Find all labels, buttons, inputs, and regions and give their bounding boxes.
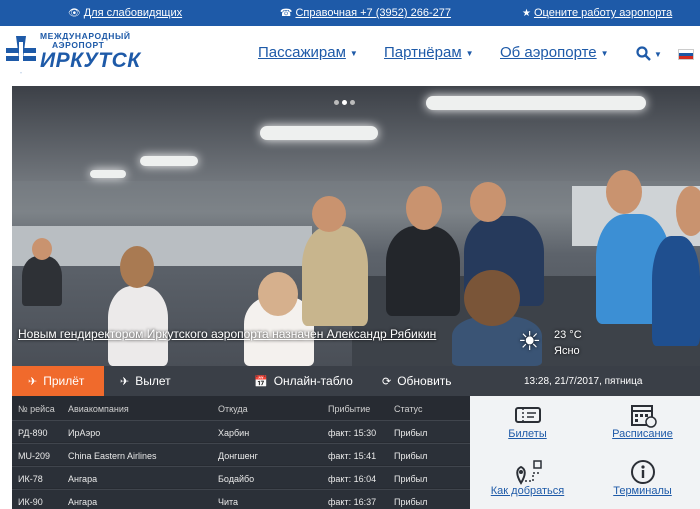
table-row[interactable]: ИК-78 Ангара Бодайбо факт: 16:04 Прибыл <box>12 466 470 488</box>
star-icon: ★ <box>522 8 531 19</box>
ticket-icon <box>514 407 541 423</box>
carousel-dots[interactable] <box>334 92 358 110</box>
airline: China Eastern Airlines <box>68 451 157 461</box>
online-board-label: Онлайн-табло <box>273 374 353 388</box>
phone-icon: ☎ <box>280 8 293 19</box>
terminals-label: Терминалы <box>613 485 672 497</box>
origin: Донгшенг <box>218 451 258 461</box>
refresh-label: Обновить <box>397 374 452 388</box>
caret-down-icon: ▼ <box>654 50 662 59</box>
flag-ru-icon[interactable] <box>678 49 694 60</box>
weather-temperature: 23 °С <box>554 329 582 341</box>
tickets-link[interactable]: Билеты <box>470 396 585 452</box>
nav-passengers[interactable]: Пассажирам ▼ <box>258 44 358 61</box>
nav-partners[interactable]: Партнёрам ▼ <box>384 44 474 61</box>
refresh-button[interactable]: ⟳ Обновить <box>382 366 472 396</box>
quick-links-panel: Билеты Расписание Как добраться Терминал… <box>470 396 700 509</box>
header-flight-number: № рейса <box>18 404 55 414</box>
airline: ИрАэро <box>68 428 101 438</box>
header-arrival: Прибытие <box>328 404 371 414</box>
flight-status: Прибыл <box>394 497 428 507</box>
rate-airport-link[interactable]: ★ Оцените работу аэропорта <box>522 7 672 19</box>
plane-landing-icon: ✈ <box>28 376 38 388</box>
search-icon <box>636 45 651 61</box>
caret-down-icon: ▼ <box>465 48 474 58</box>
tab-arrival-label: Прилёт <box>43 374 85 388</box>
origin: Чита <box>218 497 239 507</box>
table-header: № рейса Авиакомпания Откуда Прибытие Ста… <box>12 396 470 420</box>
nav-about[interactable]: Об аэропорте ▼ <box>500 44 609 61</box>
nav-passengers-label: Пассажирам <box>258 44 346 61</box>
table-row[interactable]: ИК-90 Ангара Чита факт: 16:37 Прибыл <box>12 489 470 509</box>
flight-table: № рейса Авиакомпания Откуда Прибытие Ста… <box>12 396 470 509</box>
nav-partners-label: Партнёрам <box>384 44 462 61</box>
arrival-time: факт: 15:41 <box>328 451 377 461</box>
sun-icon: ☀ <box>518 326 542 356</box>
flight-number: ИК-90 <box>18 497 43 507</box>
search-button[interactable]: ▼ <box>636 44 662 61</box>
directions-link[interactable]: Как добраться <box>470 453 585 509</box>
flight-number: ИК-78 <box>18 474 43 484</box>
airline: Ангара <box>68 474 98 484</box>
schedule-icon <box>630 405 657 428</box>
top-bar: 👁 Для слабовидящих ☎ Справочная +7 (3952) … <box>0 0 700 26</box>
table-row[interactable]: MU-209 China Eastern Airlines Донгшенг ф… <box>12 443 470 465</box>
tab-departure-label: Вылет <box>135 374 171 388</box>
news-headline-link[interactable]: Новым гендиректором Иркутского аэропорта… <box>18 327 436 341</box>
accessibility-link[interactable]: 👁 Для слабовидящих <box>68 7 182 19</box>
header: МЕЖДУНАРОДНЫЙ АЭРОПОРТ ИРКУТСК Пассажира… <box>0 26 700 86</box>
flight-status: Прибыл <box>394 428 428 438</box>
origin: Бодайбо <box>218 474 255 484</box>
hero-banner: Новым гендиректором Иркутского аэропорта… <box>12 86 700 366</box>
arrival-time: факт: 16:04 <box>328 474 377 484</box>
schedule-link[interactable]: Расписание <box>585 396 700 452</box>
logo-title: ИРКУТСК <box>40 49 141 72</box>
helpdesk-label: Справочная +7 (3952) 266-277 <box>295 7 451 19</box>
flight-status: Прибыл <box>394 451 428 461</box>
arrival-time: факт: 15:30 <box>328 428 377 438</box>
nav-about-label: Об аэропорте <box>500 44 597 61</box>
helpdesk-link[interactable]: ☎ Справочная +7 (3952) 266-277 <box>280 7 451 19</box>
schedule-label: Расписание <box>612 428 673 440</box>
accessibility-label: Для слабовидящих <box>83 7 183 19</box>
flight-number: РД-890 <box>18 428 48 438</box>
map-pin-icon <box>515 460 542 485</box>
terminals-link[interactable]: Терминалы <box>585 453 700 509</box>
header-status: Статус <box>394 404 423 414</box>
flight-number: MU-209 <box>18 451 51 461</box>
flight-board-tabs: ✈ Прилёт ✈ Вылет 📅 Онлайн-табло ⟳ Обновить 1… <box>12 366 700 396</box>
arrival-time: факт: 16:37 <box>328 497 377 507</box>
refresh-icon: ⟳ <box>382 376 392 388</box>
header-airline: Авиакомпания <box>68 404 129 414</box>
plane-takeoff-icon: ✈ <box>120 376 130 388</box>
tab-departure[interactable]: ✈ Вылет <box>120 366 200 396</box>
calendar-icon: 📅 <box>254 376 268 388</box>
tickets-label: Билеты <box>508 428 547 440</box>
tab-arrival[interactable]: ✈ Прилёт <box>12 366 104 396</box>
caret-down-icon: ▼ <box>349 48 358 58</box>
eye-icon: 👁 <box>68 8 81 19</box>
info-icon <box>630 460 655 484</box>
logo-plane-icon <box>6 36 36 74</box>
header-origin: Откуда <box>218 404 248 414</box>
board-timestamp: 13:28, 21/7/2017, пятница <box>524 376 643 387</box>
online-board-button[interactable]: 📅 Онлайн-табло <box>254 366 362 396</box>
weather-condition: Ясно <box>554 345 580 357</box>
table-row[interactable]: РД-890 ИрАэро Харбин факт: 15:30 Прибыл <box>12 420 470 442</box>
origin: Харбин <box>218 428 250 438</box>
airline: Ангара <box>68 497 98 507</box>
caret-down-icon: ▼ <box>600 48 609 58</box>
logo[interactable]: МЕЖДУНАРОДНЫЙ АЭРОПОРТ ИРКУТСК <box>4 32 140 78</box>
directions-label: Как добраться <box>490 485 565 497</box>
flight-status: Прибыл <box>394 474 428 484</box>
rate-label: Оцените работу аэропорта <box>533 7 673 19</box>
